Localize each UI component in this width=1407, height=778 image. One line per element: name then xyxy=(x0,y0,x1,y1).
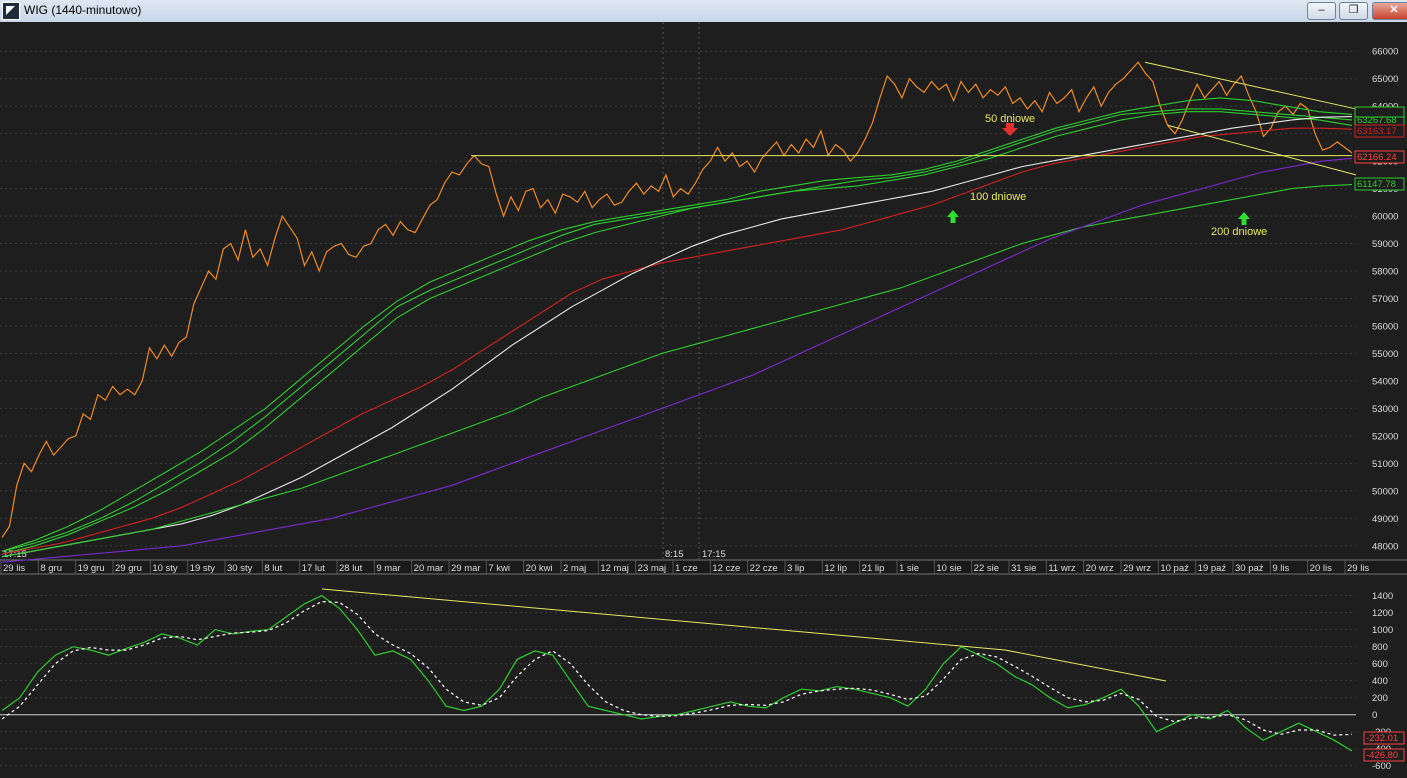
y-tick-label: 48000 xyxy=(1372,541,1398,552)
x-tick-label: 9 mar xyxy=(376,563,400,574)
x-tick-label: 12 maj xyxy=(600,563,629,574)
y-tick-label: 56000 xyxy=(1372,321,1398,332)
osc-value-label: -426.80 xyxy=(1366,750,1398,761)
x-tick-label: 10 paź xyxy=(1160,563,1189,574)
x-tick-label: 10 sie xyxy=(936,563,961,574)
x-tick-label: 12 lip xyxy=(824,563,847,574)
y-tick-label: 52000 xyxy=(1372,431,1398,442)
y-tick-label: 55000 xyxy=(1372,349,1398,360)
osc-value-label: -232.01 xyxy=(1366,733,1398,744)
x-tick-label: 29 lis xyxy=(1347,563,1369,574)
close-button[interactable]: ✕ xyxy=(1372,2,1407,20)
x-tick-label: 8 lut xyxy=(264,563,282,574)
x-tick-label: 12 cze xyxy=(712,563,740,574)
y-tick-label: 57000 xyxy=(1372,294,1398,305)
minimize-button[interactable]: – xyxy=(1307,2,1336,20)
y-tick-label: 58000 xyxy=(1372,267,1398,278)
x-tick-label: 28 lut xyxy=(339,563,363,574)
restore-button[interactable]: ❐ xyxy=(1339,2,1368,20)
y-tick-label: 60000 xyxy=(1372,212,1398,223)
x-tick-label: 1 cze xyxy=(675,563,698,574)
window-title: WIG (1440-minutowo) xyxy=(24,3,142,17)
x-tick-label: 30 paź xyxy=(1235,563,1264,574)
app-icon[interactable] xyxy=(2,2,20,20)
title-bar: WIG (1440-minutowo) – ❐ ✕ xyxy=(0,0,1407,23)
y-tick-label: 51000 xyxy=(1372,459,1398,470)
x-tick-label: 21 lip xyxy=(862,563,885,574)
osc-y-tick-label: 0 xyxy=(1372,710,1377,721)
x-tick-label: 29 mar xyxy=(451,563,481,574)
osc-y-tick-label: -600 xyxy=(1372,761,1391,772)
annotation-ma200: 200 dniowe xyxy=(1211,226,1267,238)
x-tick-label: 2 maj xyxy=(563,563,586,574)
x-tick-label: 20 wrz xyxy=(1086,563,1114,574)
x-tick-label: 29 gru xyxy=(115,563,142,574)
osc-y-tick-label: 200 xyxy=(1372,693,1388,704)
y-tick-label: 65000 xyxy=(1372,74,1398,85)
oscillator-panel-bg xyxy=(0,575,1407,778)
x-tick-label: 20 mar xyxy=(414,563,444,574)
osc-y-tick-label: 400 xyxy=(1372,676,1388,687)
x-tick-label: 7 kwi xyxy=(488,563,510,574)
y-tick-label: 50000 xyxy=(1372,486,1398,497)
osc-y-tick-label: 1400 xyxy=(1372,591,1393,602)
y-tick-label: 54000 xyxy=(1372,376,1398,387)
x-tick-label: 29 wrz xyxy=(1123,563,1151,574)
x-tick-label: 30 sty xyxy=(227,563,253,574)
main-panel-bg xyxy=(0,22,1407,560)
x-tick-label: 11 wrz xyxy=(1048,563,1076,574)
x-tick-label: 9 lis xyxy=(1272,563,1289,574)
x-tick-label: 31 sie xyxy=(1011,563,1036,574)
value-label: 62166.24 xyxy=(1357,152,1397,163)
y-tick-label: 49000 xyxy=(1372,514,1398,525)
x-tick-label: 3 lip xyxy=(787,563,804,574)
y-tick-label: 59000 xyxy=(1372,239,1398,250)
time-label: 8:15 xyxy=(665,549,684,560)
x-tick-label: 22 sie xyxy=(974,563,999,574)
osc-y-tick-label: 1000 xyxy=(1372,625,1393,636)
time-label: 17:15 xyxy=(702,549,726,560)
x-tick-label: 8 gru xyxy=(40,563,62,574)
y-tick-label: 53000 xyxy=(1372,404,1398,415)
value-label-box xyxy=(1354,106,1405,118)
x-tick-label: 29 lis xyxy=(3,563,25,574)
x-tick-label: 19 gru xyxy=(78,563,105,574)
osc-y-tick-label: 1200 xyxy=(1372,608,1393,619)
chart-area[interactable]: 48000 49000 50000 51000 52000 53000 54000 55000… xyxy=(0,22,1407,778)
x-tick-label: 1 sie xyxy=(899,563,919,574)
x-tick-label: 10 sty xyxy=(152,563,178,574)
value-label: 61147.78 xyxy=(1357,179,1396,190)
y-tick-label: 66000 xyxy=(1372,47,1398,58)
osc-y-tick-label: 800 xyxy=(1372,642,1388,653)
x-tick-label: 17 lut xyxy=(302,563,326,574)
x-tick-label: 23 maj xyxy=(638,563,667,574)
x-tick-label: 20 kwi xyxy=(526,563,553,574)
x-tick-label: 19 paź xyxy=(1198,563,1227,574)
x-tick-label: 19 sty xyxy=(190,563,216,574)
x-tick-label: 22 cze xyxy=(750,563,778,574)
annotation-ma100: 100 dniowe xyxy=(970,191,1026,203)
value-label: 63163.17 xyxy=(1357,126,1397,137)
x-tick-label: 20 lis xyxy=(1310,563,1332,574)
osc-y-tick-label: 600 xyxy=(1372,659,1388,670)
